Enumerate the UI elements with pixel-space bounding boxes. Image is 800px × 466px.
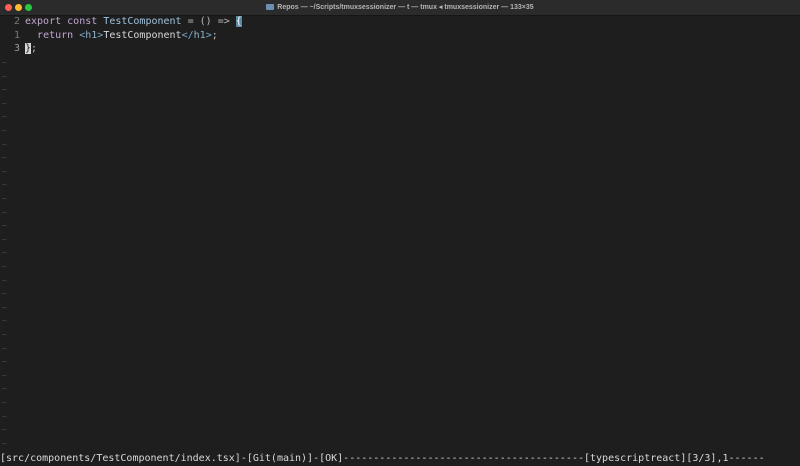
empty-line-marker: ~: [2, 221, 7, 231]
matched-bracket: {: [235, 16, 242, 27]
empty-line-marker: ~: [2, 153, 7, 163]
operator-text: = () =>: [181, 16, 236, 27]
window-title: Repos — ~/Scripts/tmuxsessionizer — t — …: [277, 4, 534, 11]
empty-line-marker: ~: [2, 275, 7, 285]
empty-line-marker: ~: [2, 343, 7, 353]
vim-editor[interactable]: 2 export const TestComponent = () => { 1 …: [0, 15, 800, 451]
keyword: export: [25, 16, 62, 27]
jsx-tag: h1: [85, 29, 98, 41]
terminal-window: Repos — ~/Scripts/tmuxsessionizer — t — …: [0, 0, 800, 466]
empty-line-marker: ~: [2, 234, 7, 244]
empty-line-marker: ~: [2, 411, 7, 421]
empty-line-marker: ~: [2, 357, 7, 367]
empty-line-marker: ~: [2, 248, 7, 258]
line-number: 2: [13, 16, 20, 27]
title-bar: Repos — ~/Scripts/tmuxsessionizer — t — …: [0, 0, 800, 16]
identifier: TestComponent: [103, 16, 182, 27]
empty-line-marker: ~: [2, 370, 7, 380]
code-line-2: 1 return <h1>TestComponent</h1>;: [0, 29, 218, 43]
empty-line-marker: ~: [2, 207, 7, 217]
semicolon: ;: [31, 43, 38, 55]
jsx-tag: h1: [193, 29, 206, 41]
empty-line-marker: ~: [2, 398, 7, 407]
code-line-3: 3};: [0, 42, 37, 56]
empty-line-marker: ~: [2, 194, 7, 203]
empty-line-marker: ~: [2, 112, 7, 122]
jsx-text: TestComponent: [103, 29, 182, 41]
empty-line-marker: ~: [2, 262, 7, 271]
semicolon: ;: [211, 29, 218, 41]
empty-line-marker: ~: [2, 180, 7, 190]
empty-line-marker: ~: [2, 98, 7, 108]
empty-line-marker: ~: [2, 71, 7, 81]
keyword: return: [37, 29, 74, 41]
empty-line-marker: ~: [2, 425, 7, 435]
line-number: 1: [13, 29, 20, 41]
empty-line-marker: ~: [2, 139, 7, 149]
code-line-1: 2 export const TestComponent = () => {: [0, 15, 242, 29]
empty-line-marker: ~: [2, 438, 7, 448]
folder-icon: [266, 4, 275, 10]
empty-line-marker: ~: [2, 166, 7, 176]
status-line: [src/components/TestComponent/index.tsx]…: [0, 451, 800, 466]
empty-line-marker: ~: [2, 302, 7, 312]
empty-line-marker: ~: [2, 85, 7, 95]
empty-line-marker: ~: [2, 316, 7, 326]
jsx-bracket: </: [181, 29, 194, 41]
empty-line-marker: ~: [2, 58, 7, 67]
empty-line-marker: ~: [2, 384, 7, 394]
empty-line-marker: ~: [2, 330, 7, 339]
window-title-area: Repos — ~/Scripts/tmuxsessionizer — t — …: [0, 0, 800, 15]
keyword: const: [67, 16, 98, 27]
empty-line-marker: ~: [2, 289, 7, 299]
line-number: 3: [13, 43, 20, 55]
empty-line-marker: ~: [2, 126, 7, 135]
